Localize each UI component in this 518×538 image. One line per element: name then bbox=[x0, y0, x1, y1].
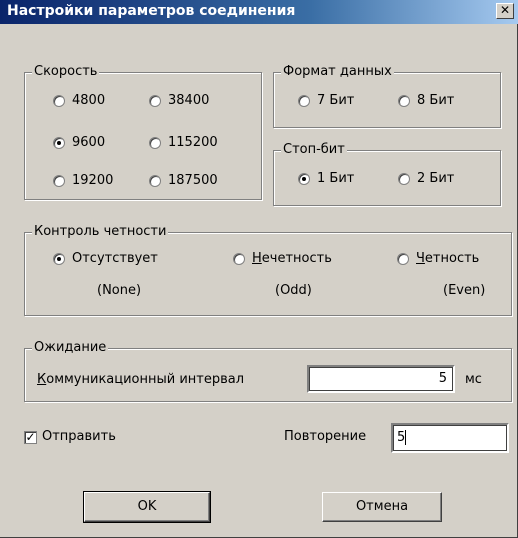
cancel-button[interactable]: Отмена bbox=[322, 492, 442, 522]
close-button[interactable]: ✕ bbox=[496, 3, 514, 19]
data-format-group: Формат данных 7 Бит 8 Бит bbox=[273, 64, 501, 128]
parity-odd-hint: (Odd) bbox=[275, 283, 312, 298]
radio-icon bbox=[53, 94, 65, 107]
parity-group: Контроль четности Отсутствует (None) Неч… bbox=[24, 224, 512, 316]
speed-radio-9600[interactable]: 9600 bbox=[53, 135, 105, 150]
radio-icon bbox=[53, 174, 65, 187]
parity-legend: Контроль четности bbox=[32, 224, 169, 239]
radio-icon bbox=[398, 172, 410, 185]
parity-radio-none[interactable]: Отсутствует bbox=[53, 251, 158, 266]
radio-icon bbox=[149, 174, 161, 187]
send-label: Отправить bbox=[42, 429, 116, 444]
data-format-radio-7bit[interactable]: 7 Бит bbox=[298, 93, 354, 108]
radio-icon bbox=[233, 252, 245, 265]
dialog-title: Настройки параметров соединения bbox=[7, 3, 296, 19]
radio-icon bbox=[397, 252, 409, 265]
radio-icon bbox=[149, 136, 161, 149]
data-format-legend: Формат данных bbox=[281, 64, 394, 79]
stop-bits-legend: Стоп-бит bbox=[281, 142, 347, 157]
parity-even-hint: (Even) bbox=[443, 283, 486, 298]
timeout-label: Коммуникационный интервал bbox=[37, 372, 245, 387]
speed-radio-187500[interactable]: 187500 bbox=[149, 173, 218, 188]
repeat-label: Повторение bbox=[284, 429, 367, 444]
ok-button[interactable]: OK bbox=[83, 491, 211, 523]
speed-radio-4800[interactable]: 4800 bbox=[53, 93, 105, 108]
title-bar[interactable]: Настройки параметров соединения ✕ bbox=[0, 0, 518, 24]
stop-bits-radio-2bit[interactable]: 2 Бит bbox=[398, 171, 454, 186]
stop-bits-group: Стоп-бит 1 Бит 2 Бит bbox=[273, 142, 501, 206]
text-cursor bbox=[405, 430, 407, 445]
timeout-unit: мс bbox=[465, 372, 482, 387]
timeout-legend: Ожидание bbox=[32, 340, 109, 355]
radio-selected-icon bbox=[53, 136, 65, 149]
parity-radio-odd[interactable]: Нечетность bbox=[233, 251, 332, 266]
parity-none-hint: (None) bbox=[97, 283, 142, 298]
radio-icon bbox=[398, 94, 410, 107]
speed-radio-115200[interactable]: 115200 bbox=[149, 135, 218, 150]
close-icon: ✕ bbox=[499, 3, 511, 17]
radio-selected-icon bbox=[298, 172, 310, 185]
repeat-input[interactable]: 5 bbox=[391, 423, 509, 453]
speed-group: Скорость 4800 38400 9600 115200 19200 18… bbox=[24, 64, 262, 200]
speed-legend: Скорость bbox=[32, 64, 100, 79]
stop-bits-radio-1bit[interactable]: 1 Бит bbox=[298, 171, 354, 186]
radio-selected-icon bbox=[53, 252, 65, 265]
radio-icon bbox=[149, 94, 161, 107]
connection-settings-dialog: Настройки параметров соединения ✕ Скорос… bbox=[0, 0, 518, 538]
send-checkbox[interactable]: ✓ bbox=[24, 431, 37, 444]
timeout-group: Ожидание Коммуникационный интервал 5 мс bbox=[24, 340, 512, 402]
timeout-input[interactable]: 5 bbox=[307, 365, 455, 393]
check-icon: ✓ bbox=[25, 430, 36, 444]
radio-icon bbox=[298, 94, 310, 107]
data-format-radio-8bit[interactable]: 8 Бит bbox=[398, 93, 454, 108]
parity-radio-even[interactable]: Четность bbox=[397, 251, 479, 266]
speed-radio-38400[interactable]: 38400 bbox=[149, 93, 209, 108]
speed-radio-19200[interactable]: 19200 bbox=[53, 173, 113, 188]
